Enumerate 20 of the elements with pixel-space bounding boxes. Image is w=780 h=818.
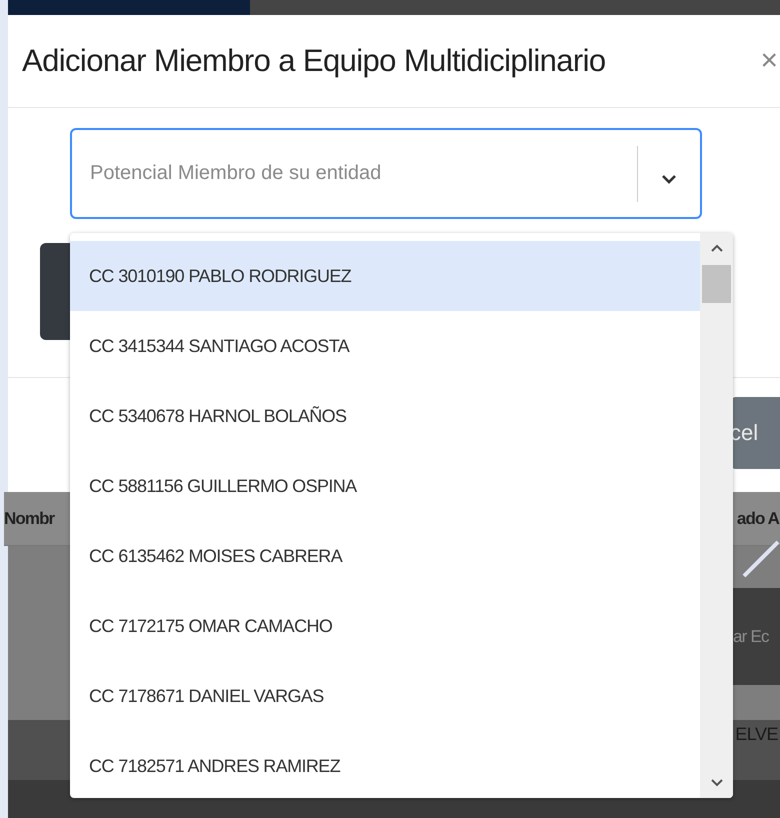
close-button[interactable]: × [760, 44, 778, 78]
option-item[interactable]: CC 6135462 MOISES CABRERA [70, 521, 700, 591]
option-item[interactable]: CC 5881156 GUILLERMO OSPINA [70, 451, 700, 521]
member-input[interactable]: Potencial Miembro de su entidad [88, 161, 637, 186]
slash-icon [742, 540, 780, 578]
option-item[interactable]: CC 7172175 OMAR CAMACHO [70, 591, 700, 661]
option-item[interactable]: CC 7182571 ANDRES RAMIREZ [70, 731, 700, 798]
scroll-thumb[interactable] [702, 265, 731, 303]
table-header: ado A [736, 508, 779, 528]
option-item[interactable]: CC 7178671 DANIEL VARGAS [70, 661, 700, 731]
chevron-down-icon [660, 172, 678, 184]
table-header: Nombr [4, 508, 54, 528]
scroll-up-icon[interactable] [710, 243, 724, 253]
option-item[interactable]: CC 3415344 SANTIAGO ACOSTA [70, 311, 700, 381]
scroll-down-icon[interactable] [710, 778, 724, 788]
scrollbar[interactable] [700, 233, 733, 798]
option-item[interactable]: CC 5340678 HARNOL BOLAÑOS [70, 381, 700, 451]
option-item[interactable]: CC 3010190 PABLO RODRIGUEZ [70, 241, 700, 311]
member-select[interactable]: Potencial Miembro de su entidad [70, 128, 702, 219]
modal-title: Adicionar Miembro a Equipo Multidiciplinario [22, 43, 606, 79]
